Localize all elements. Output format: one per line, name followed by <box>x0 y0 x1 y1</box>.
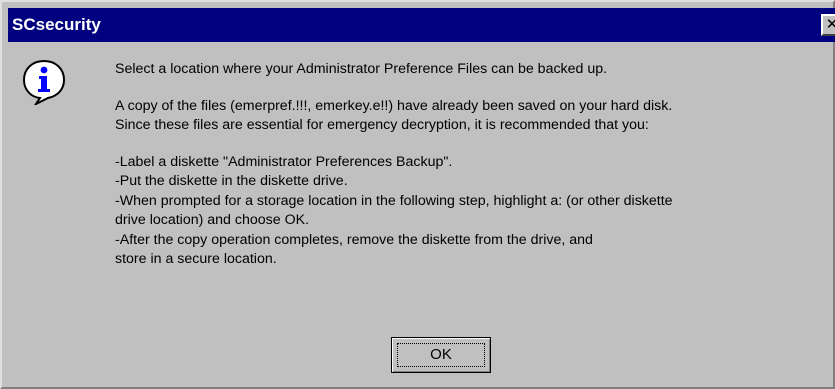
message-line: A copy of the files (emerpref.!!!, emerk… <box>115 97 673 114</box>
ok-button-label: OK <box>430 346 452 363</box>
window-title: SCsecurity <box>12 15 101 34</box>
info-icon <box>22 59 66 105</box>
instruction-step: -Label a diskette "Administrator Prefere… <box>115 153 453 170</box>
dialog-window: SCsecurity ✕ Select a location where you… <box>0 0 835 389</box>
message-line: Select a location where your Administrat… <box>115 61 608 77</box>
instruction-step: -Put the diskette in the diskette drive. <box>115 173 348 189</box>
instruction-step: store in a secure location. <box>115 251 277 267</box>
message-text: Select a location where your Administrat… <box>115 60 825 270</box>
message-line: Since these files are essential for emer… <box>115 117 649 133</box>
close-icon: ✕ <box>825 15 835 33</box>
instruction-step: -When prompted for a storage location in… <box>115 192 673 209</box>
instruction-step: -After the copy operation completes, rem… <box>115 231 593 248</box>
close-button[interactable]: ✕ <box>821 14 835 36</box>
ok-button[interactable]: OK <box>391 337 491 373</box>
instruction-step: drive location) and choose OK. <box>115 212 310 228</box>
title-bar[interactable]: SCsecurity ✕ <box>8 8 835 42</box>
